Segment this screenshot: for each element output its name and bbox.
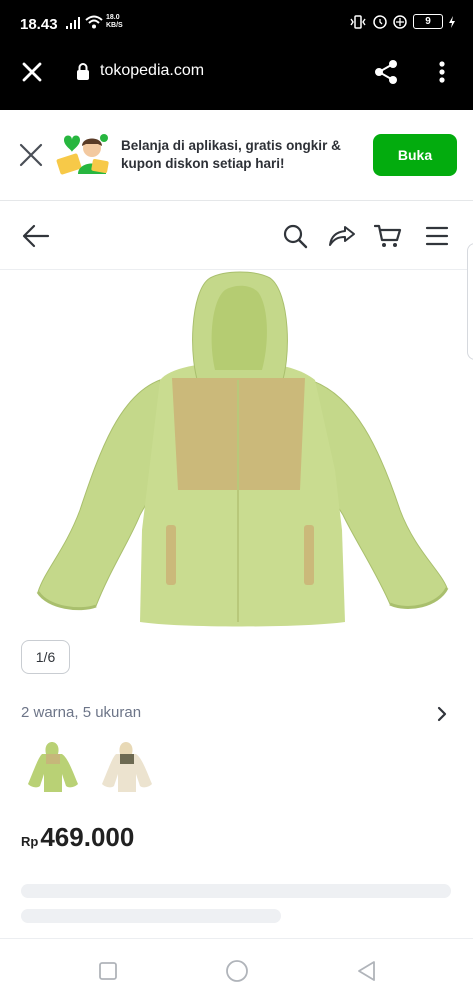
network-speed-value: 18.0: [106, 14, 120, 21]
loading-placeholder: [21, 884, 451, 898]
variants-summary: 2 warna, 5 ukuran: [21, 704, 142, 721]
more-options-icon[interactable]: [435, 58, 449, 86]
vibrate-icon: [350, 14, 366, 29]
system-nav-bar: [0, 938, 473, 1001]
url-text[interactable]: tokopedia.com: [100, 62, 204, 80]
cart-icon[interactable]: [374, 223, 402, 249]
variant-thumbnail-cream[interactable]: [96, 738, 156, 798]
charging-icon: [449, 15, 455, 28]
open-app-button[interactable]: Buka: [373, 134, 457, 176]
status-bar: 18.43 18.0 KB/S 9: [0, 0, 473, 48]
close-banner-icon[interactable]: [18, 142, 44, 168]
product-image[interactable]: [0, 270, 473, 630]
close-icon[interactable]: [20, 60, 44, 84]
back-arrow-icon[interactable]: [22, 223, 50, 249]
chevron-right-icon: [437, 706, 447, 722]
browser-toolbar: tokopedia.com: [0, 48, 473, 110]
battery-level: 9: [425, 16, 431, 27]
price-currency: Rp: [21, 834, 39, 849]
variant-selector[interactable]: 2 warna, 5 ukuran: [21, 704, 451, 724]
data-saver-icon: [393, 14, 407, 29]
app-promo-banner: Belanja di aplikasi, gratis ongkir & kup…: [0, 110, 473, 201]
search-icon[interactable]: [282, 223, 308, 249]
battery-icon: 9: [413, 14, 443, 29]
promo-illustration-icon: [56, 134, 109, 175]
product-price: Rp469.000: [21, 822, 134, 853]
home-icon[interactable]: [225, 959, 249, 983]
product-header: [0, 201, 473, 270]
back-icon[interactable]: [355, 959, 377, 983]
status-icons: 9: [349, 14, 455, 29]
menu-icon[interactable]: [425, 223, 449, 249]
wifi-icon: [85, 15, 103, 29]
recent-apps-icon[interactable]: [98, 961, 118, 981]
banner-text: Belanja di aplikasi, gratis ongkir & kup…: [121, 138, 341, 171]
image-counter: 1/6: [21, 640, 70, 674]
lock-icon: [77, 63, 89, 80]
loading-placeholder: [21, 909, 281, 923]
status-time: 18.43: [20, 16, 58, 33]
variant-thumbnail-green[interactable]: [22, 738, 82, 798]
signal-icon: [66, 17, 80, 29]
share-arrow-icon[interactable]: [328, 223, 356, 249]
alarm-icon: [373, 14, 387, 29]
network-speed-unit: KB/S: [106, 22, 123, 29]
share-icon[interactable]: [372, 58, 400, 86]
network-speed: 18.0 KB/S: [106, 14, 123, 30]
price-value: 469.000: [40, 822, 135, 852]
